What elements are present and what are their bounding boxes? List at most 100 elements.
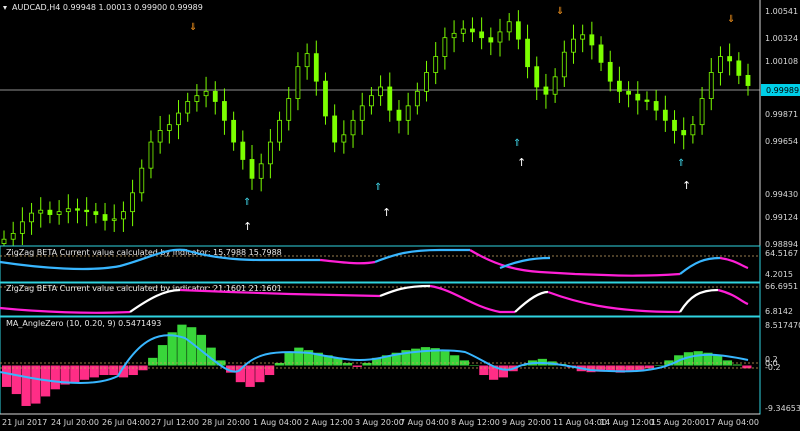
candle-body <box>56 211 62 215</box>
candle-body <box>653 101 659 111</box>
candle-body <box>598 44 604 63</box>
candle-body <box>690 124 696 136</box>
candle-body <box>121 211 126 220</box>
candle-body <box>332 115 338 143</box>
cyan-arrow-icon: ⇑ <box>513 138 521 149</box>
candle-body <box>176 112 181 126</box>
candle-body <box>525 38 530 68</box>
candle-body <box>240 141 246 160</box>
candle-body <box>313 53 319 82</box>
candle-body <box>727 56 733 62</box>
candle-body <box>708 72 714 99</box>
angle-histogram-bar <box>742 365 752 369</box>
candle-body <box>130 192 135 213</box>
candle-body <box>736 60 742 76</box>
price-tick: 1.00541 <box>765 7 798 16</box>
candle-body <box>222 101 227 121</box>
candle-body <box>148 141 154 169</box>
current-price-label: 0.99989 <box>766 86 799 95</box>
zigzag1-title: ZigZag BETA Current value calculated by … <box>6 248 282 257</box>
candle-body <box>635 93 641 101</box>
angle-histogram-bar <box>21 365 31 406</box>
time-tick: 27 Jul 12:00 <box>151 418 199 427</box>
price-tick: 0.99430 <box>765 190 798 199</box>
candle-body <box>387 86 393 111</box>
angle-histogram-bar <box>362 362 372 366</box>
candle-body <box>479 31 485 39</box>
time-tick: 21 Jul 2017 <box>2 418 47 427</box>
price-tick: 0.99871 <box>765 110 798 119</box>
candle-body <box>534 66 540 88</box>
white-arrow-icon: ↑ <box>682 179 691 192</box>
candle-body <box>65 208 71 213</box>
candle-body <box>139 167 145 194</box>
candle-body <box>203 90 209 97</box>
candle-body <box>10 233 16 240</box>
angle-histogram-bar <box>167 332 177 366</box>
time-tick: 2 Aug 12:00 <box>304 418 353 427</box>
angle-histogram-bar <box>352 365 362 367</box>
cyan-arrow-icon: ⇑ <box>243 197 251 208</box>
candle-body <box>84 209 90 213</box>
candle-body <box>267 141 273 165</box>
white-arrow-icon: ↑ <box>243 220 252 233</box>
candle-body <box>369 95 374 107</box>
candle-body <box>258 163 264 179</box>
angle-histogram-bar <box>469 365 479 366</box>
time-tick: 28 Jul 20:00 <box>202 418 250 427</box>
candle-body <box>75 208 80 211</box>
angle-histogram-bar <box>654 365 664 366</box>
angle-histogram-bar <box>450 355 460 366</box>
candle-body <box>414 90 420 107</box>
candle-body <box>102 214 108 221</box>
angle-histogram-bar <box>138 365 148 371</box>
candle-body <box>157 130 163 143</box>
price-tick: 0.99124 <box>765 213 798 222</box>
candle-body <box>607 61 613 82</box>
angle-level-label: -9.346535 <box>765 404 800 413</box>
zigzag1-level-label: 64.5167 <box>765 249 798 258</box>
angle-title: MA_AngleZero (10, 0.20, 9) 0.5471493 <box>6 319 161 328</box>
candle-body <box>672 119 677 131</box>
time-tick: 15 Aug 20:00 <box>651 418 705 427</box>
price-tick: 1.00324 <box>765 34 798 43</box>
candle-body <box>589 34 595 46</box>
angle-histogram-bar <box>31 365 41 404</box>
angle-histogram-bar <box>284 352 294 366</box>
angle-histogram-bar <box>50 365 60 390</box>
candle-body <box>29 212 34 223</box>
candle-body <box>470 28 475 33</box>
angle-histogram-bar <box>732 364 742 366</box>
candle-body <box>745 74 751 86</box>
angle-histogram-bar <box>294 347 304 366</box>
angle-histogram-bar <box>713 355 723 366</box>
angle-histogram-bar <box>70 365 80 383</box>
candle-body <box>93 211 99 215</box>
candle-body <box>662 109 668 121</box>
candle-body <box>323 80 328 117</box>
zigzag2-level-label: 6.8142 <box>765 307 793 316</box>
white-arrow-icon: ↑ <box>517 156 526 169</box>
candle-body <box>699 98 705 126</box>
candle-body <box>571 38 576 53</box>
angle-histogram-bar <box>245 365 255 387</box>
candle-body <box>396 109 402 121</box>
candle-body <box>543 86 549 95</box>
candle-body <box>286 98 292 121</box>
candle-body <box>166 124 172 131</box>
candle-body <box>38 209 44 214</box>
candle-body <box>277 119 282 143</box>
candle-body <box>617 80 622 92</box>
candle-body <box>194 95 200 102</box>
mt4-chart[interactable]: ⇓ ⇓ ⇓ ⇑ ⇑ ⇑ ⇑ ↑ ↑ ↑ ↑ AUDCAD,H4 0.99948 … <box>0 0 800 431</box>
time-tick: 3 Aug 20:00 <box>355 418 404 427</box>
candle-body <box>295 66 301 99</box>
angle-histogram-bar <box>109 365 119 376</box>
candle-body <box>359 105 365 121</box>
time-tick: 7 Aug 04:00 <box>400 418 449 427</box>
angle-histogram-bar <box>89 365 99 378</box>
candle-body <box>460 28 466 34</box>
price-tick: 0.99654 <box>765 137 798 146</box>
time-axis: 21 Jul 2017 24 Jul 20:00 26 Jul 04:00 27… <box>2 418 759 427</box>
candle-body <box>378 86 383 97</box>
